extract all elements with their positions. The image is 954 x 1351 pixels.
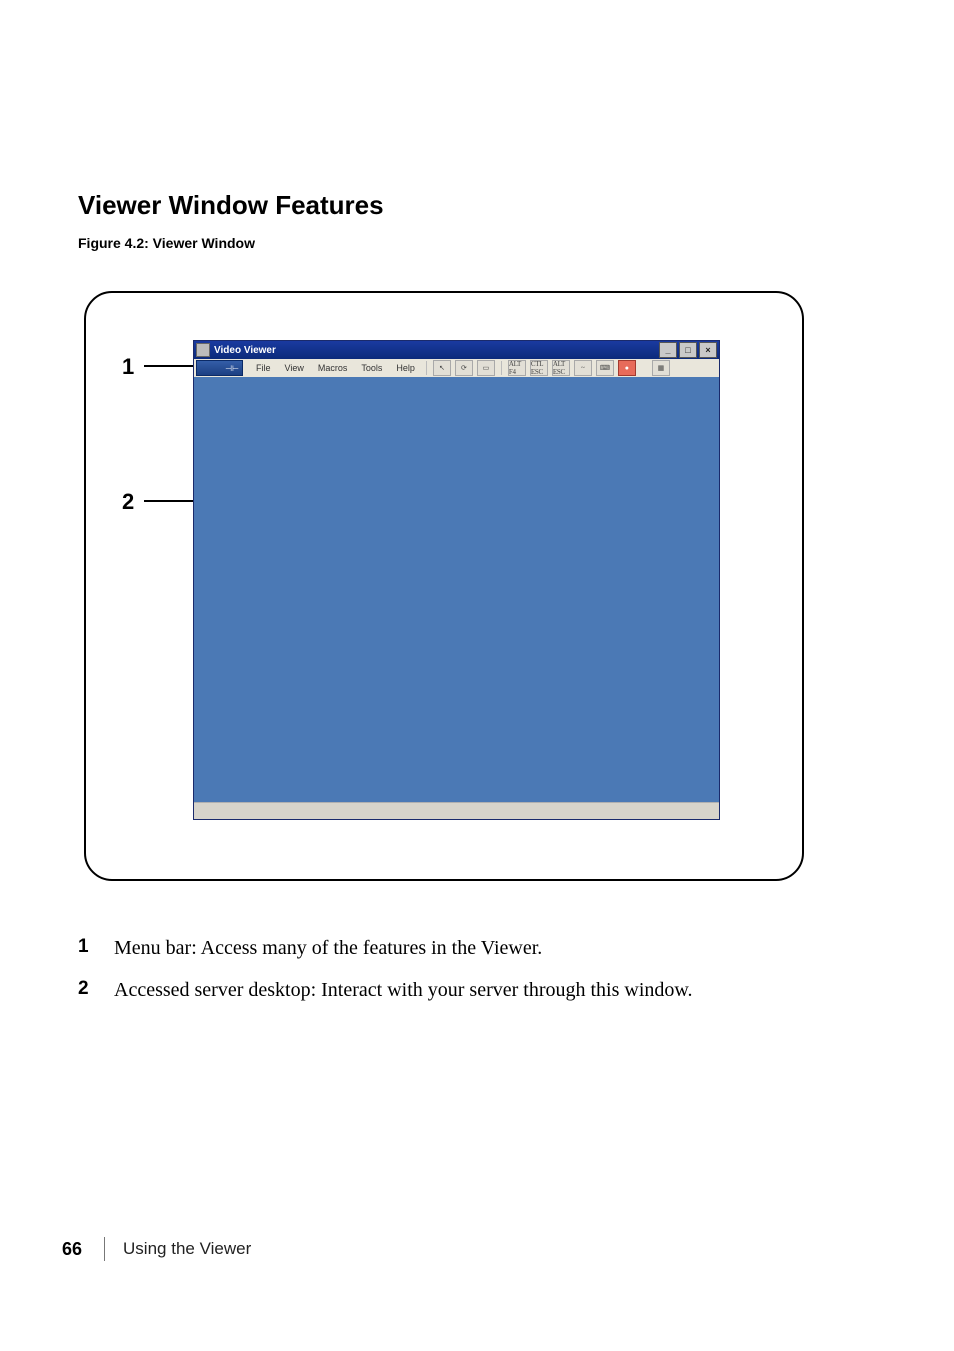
page-footer: 66 Using the Viewer [62,1237,251,1261]
minimize-button[interactable]: _ [659,342,677,358]
alt-f4-button[interactable]: ALT F4 [508,360,526,376]
legend-text-2: Accessed server desktop: Interact with y… [114,973,693,1007]
window-controls: _ □ × [657,342,717,358]
ctrl-esc-button[interactable]: CTL ESC [530,360,548,376]
keyboard-icon[interactable]: ⌨ [596,360,614,376]
document-page: Viewer Window Features Figure 4.2: Viewe… [0,0,954,1351]
legend-num-1: 1 [78,931,114,965]
callout-2: 2 [122,489,134,515]
chapter-title: Using the Viewer [123,1239,251,1259]
menu-help[interactable]: Help [389,363,422,373]
video-viewer-window: Video Viewer _ □ × ⊣⊢ File View Macros T… [194,341,719,819]
menu-view[interactable]: View [278,363,311,373]
refresh-icon[interactable]: ⟳ [455,360,473,376]
app-icon [196,343,210,357]
page-number: 66 [62,1239,82,1260]
window-title: Video Viewer [214,345,276,356]
legend-num-2: 2 [78,973,114,1007]
page-content: Viewer Window Features Figure 4.2: Viewe… [78,190,876,1015]
tilde-button[interactable]: ~ [574,360,592,376]
cursor-icon[interactable]: ↖ [433,360,451,376]
align-icon[interactable]: ▭ [477,360,495,376]
toolbar-separator [426,361,427,375]
settings-icon[interactable]: ▦ [652,360,670,376]
legend-row-2: 2 Accessed server desktop: Interact with… [78,973,876,1007]
section-heading: Viewer Window Features [78,190,876,221]
menu-bar: ⊣⊢ File View Macros Tools Help ↖ ⟳ ▭ ALT… [194,359,719,378]
record-icon[interactable]: ● [618,360,636,376]
close-button[interactable]: × [699,342,717,358]
menu-file[interactable]: File [249,363,278,373]
server-desktop-area[interactable] [194,377,719,819]
footer-divider [104,1237,105,1261]
toolbar-separator [501,361,502,375]
menu-macros[interactable]: Macros [311,363,355,373]
callout-1: 1 [122,354,134,380]
figure-4-2: 1 2 Video Viewer _ □ × ⊣⊢ File View [84,291,804,881]
alt-esc-button[interactable]: ALT ESC [552,360,570,376]
pin-icon[interactable]: ⊣⊢ [196,360,243,376]
titlebar[interactable]: Video Viewer _ □ × [194,341,719,359]
menu-tools[interactable]: Tools [354,363,389,373]
maximize-button[interactable]: □ [679,342,697,358]
figure-legend: 1 Menu bar: Access many of the features … [78,931,876,1007]
legend-text-1: Menu bar: Access many of the features in… [114,931,542,965]
figure-caption: Figure 4.2: Viewer Window [78,235,876,251]
legend-row-1: 1 Menu bar: Access many of the features … [78,931,876,965]
